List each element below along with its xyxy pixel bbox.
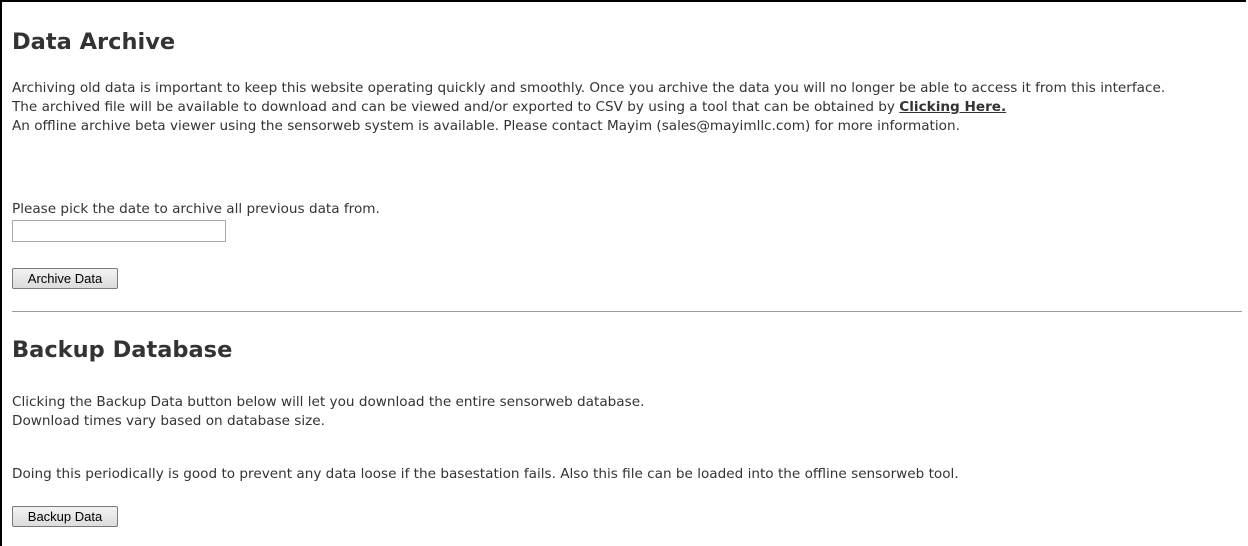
archive-description: Archiving old data is important to keep …: [12, 79, 1237, 136]
backup-info-line-2: Download times vary based on database si…: [12, 413, 325, 429]
data-archive-heading: Data Archive: [12, 29, 176, 55]
archive-info-line-3: An offline archive beta viewer using the…: [12, 118, 960, 134]
backup-database-heading: Backup Database: [12, 337, 233, 363]
backup-info-line-1: Clicking the Backup Data button below wi…: [12, 394, 645, 410]
archive-info-line-2: The archived file will be available to d…: [12, 98, 1237, 117]
backup-description: Clicking the Backup Data button below wi…: [12, 393, 1237, 431]
archive-date-label: Please pick the date to archive all prev…: [12, 201, 380, 217]
section-divider: [12, 311, 1242, 312]
archive-data-button[interactable]: Archive Data: [12, 268, 118, 289]
backup-data-button[interactable]: Backup Data: [12, 506, 118, 527]
archive-date-input[interactable]: [12, 220, 226, 242]
archive-info-line-2-text: The archived file will be available to d…: [12, 99, 900, 115]
clicking-here-link[interactable]: Clicking Here.: [899, 99, 1006, 115]
archive-info-line-1: Archiving old data is important to keep …: [12, 80, 1166, 96]
backup-info-line-3: Doing this periodically is good to preve…: [12, 466, 959, 482]
